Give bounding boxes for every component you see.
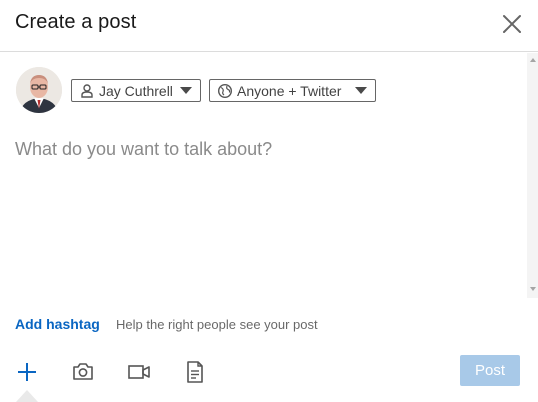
close-button[interactable] bbox=[498, 10, 526, 38]
author-selector-button[interactable]: Jay Cuthrell bbox=[71, 79, 201, 102]
audience-label: Anyone + Twitter bbox=[237, 82, 342, 99]
video-camera-icon bbox=[128, 365, 150, 379]
camera-icon bbox=[73, 363, 93, 380]
audience-selector-button[interactable]: Anyone + Twitter bbox=[209, 79, 376, 102]
active-tab-indicator bbox=[16, 390, 38, 402]
hashtag-help-text: Help the right people see your post bbox=[116, 317, 318, 332]
avatar bbox=[16, 67, 62, 113]
scroll-up-arrow-icon[interactable] bbox=[530, 58, 536, 62]
document-icon bbox=[187, 361, 203, 383]
modal-title: Create a post bbox=[15, 11, 137, 33]
author-name: Jay Cuthrell bbox=[99, 82, 173, 99]
close-icon bbox=[503, 15, 521, 33]
modal-header: Create a post bbox=[0, 0, 538, 52]
post-text-editor[interactable] bbox=[15, 139, 520, 289]
globe-icon bbox=[217, 83, 233, 98]
post-button[interactable]: Post bbox=[460, 355, 520, 386]
scrollbar[interactable] bbox=[527, 53, 538, 298]
add-document-button[interactable] bbox=[182, 359, 208, 385]
person-icon bbox=[81, 83, 93, 98]
add-video-button[interactable] bbox=[126, 359, 152, 385]
add-hashtag-button[interactable]: Add hashtag bbox=[15, 316, 100, 332]
caret-down-icon bbox=[355, 87, 367, 94]
plus-icon bbox=[18, 363, 36, 381]
scroll-down-arrow-icon[interactable] bbox=[530, 287, 536, 291]
composer-body: Jay Cuthrell Anyone + Twitter bbox=[0, 53, 538, 298]
caret-down-icon bbox=[180, 87, 192, 94]
add-photo-button[interactable] bbox=[70, 359, 96, 385]
create-post-modal: Create a post Jay Cuthrell Anyone + Twit… bbox=[0, 0, 538, 402]
add-content-button[interactable] bbox=[14, 359, 40, 385]
